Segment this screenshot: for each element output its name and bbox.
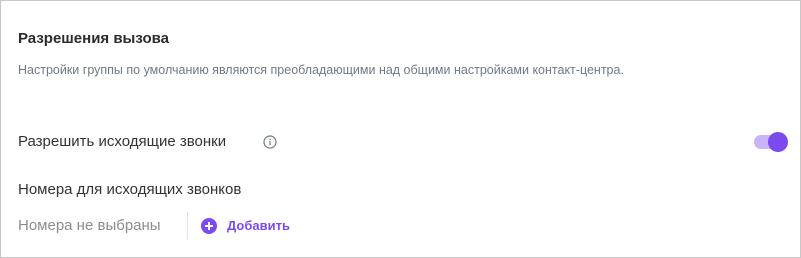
outgoing-numbers-row: Номера не выбраны Добавить	[18, 212, 418, 240]
outgoing-calls-row: Разрешить исходящие звонки	[18, 132, 788, 154]
section-title: Разрешения вызова	[18, 30, 169, 47]
section-subtitle: Настройки группы по умолчанию являются п…	[18, 63, 624, 77]
add-number-label: Добавить	[227, 218, 290, 233]
outgoing-calls-toggle[interactable]	[754, 132, 788, 152]
plus-circle-icon	[201, 218, 217, 234]
add-number-button[interactable]: Добавить	[201, 216, 290, 236]
outgoing-calls-label: Разрешить исходящие звонки	[18, 133, 227, 150]
call-permissions-panel: Разрешения вызова Настройки группы по ум…	[0, 0, 801, 258]
outgoing-numbers-heading: Номера для исходящих звонков	[18, 181, 242, 198]
toggle-knob	[768, 132, 788, 152]
no-numbers-text: Номера не выбраны	[18, 217, 161, 234]
divider	[187, 212, 188, 240]
info-icon[interactable]	[263, 135, 277, 149]
